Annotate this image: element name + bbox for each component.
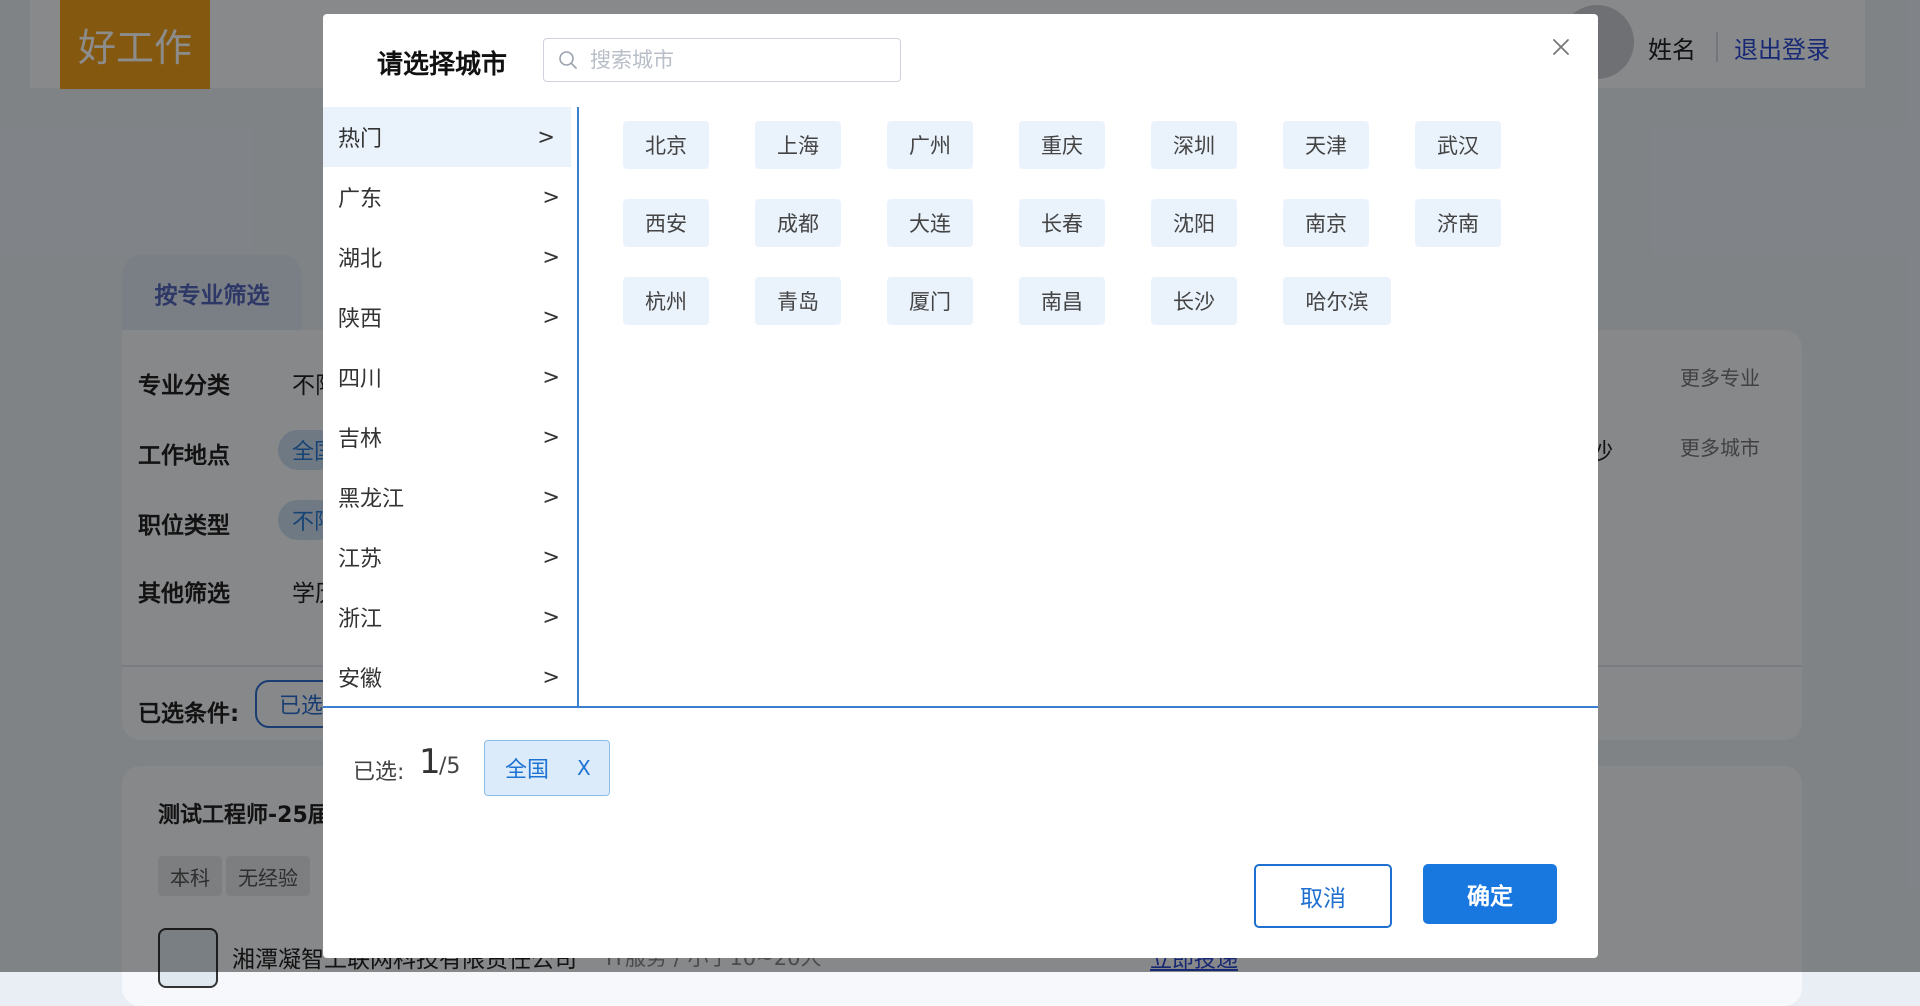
province-item-heilongjiang[interactable]: 黑龙江 >	[323, 467, 576, 527]
province-label: 广东	[338, 187, 383, 212]
province-label: 吉林	[338, 427, 383, 452]
city-option[interactable]: 上海	[755, 121, 841, 169]
province-item-anhui[interactable]: 安徽 >	[323, 647, 576, 707]
chip-remove-button[interactable]: X	[577, 756, 591, 780]
province-item-shaanxi[interactable]: 陕西 >	[323, 287, 576, 347]
province-label: 安徽	[338, 667, 383, 692]
city-option[interactable]: 南京	[1283, 199, 1369, 247]
chevron-right-icon: >	[542, 365, 560, 389]
chevron-right-icon: >	[542, 485, 560, 509]
chevron-right-icon: >	[542, 425, 560, 449]
search-icon	[558, 50, 578, 70]
city-option[interactable]: 济南	[1415, 199, 1501, 247]
city-option[interactable]: 沈阳	[1151, 199, 1237, 247]
province-label: 热门	[338, 127, 383, 152]
city-option[interactable]: 长春	[1019, 199, 1105, 247]
province-item-jiangsu[interactable]: 江苏 >	[323, 527, 576, 587]
city-option[interactable]: 青岛	[755, 277, 841, 325]
province-item-hot[interactable]: 热门 >	[323, 107, 571, 167]
chevron-right-icon: >	[542, 665, 560, 689]
province-label: 江苏	[338, 547, 383, 572]
close-button[interactable]	[1546, 32, 1576, 62]
city-option[interactable]: 哈尔滨	[1283, 277, 1391, 325]
chevron-right-icon: >	[542, 245, 560, 269]
city-option[interactable]: 北京	[623, 121, 709, 169]
province-item-hubei[interactable]: 湖北 >	[323, 227, 576, 287]
selected-count: 1	[419, 742, 441, 782]
province-item-sichuan[interactable]: 四川 >	[323, 347, 576, 407]
close-icon	[1553, 39, 1569, 55]
province-item-guangdong[interactable]: 广东 >	[323, 167, 576, 227]
city-option[interactable]: 南昌	[1019, 277, 1105, 325]
province-label: 黑龙江	[338, 487, 405, 512]
selection-divider	[323, 706, 1598, 708]
city-option[interactable]: 天津	[1283, 121, 1369, 169]
province-item-jilin[interactable]: 吉林 >	[323, 407, 576, 467]
chevron-right-icon: >	[542, 545, 560, 569]
province-label: 浙江	[338, 607, 383, 632]
city-option[interactable]: 大连	[887, 199, 973, 247]
search-input[interactable]	[588, 47, 892, 73]
city-option[interactable]: 厦门	[887, 277, 973, 325]
province-item-zhejiang[interactable]: 浙江 >	[323, 587, 576, 647]
city-option[interactable]: 长沙	[1151, 277, 1237, 325]
city-option[interactable]: 杭州	[623, 277, 709, 325]
province-label: 陕西	[338, 307, 383, 332]
selected-city-name: 全国	[505, 758, 550, 783]
city-option[interactable]: 重庆	[1019, 121, 1105, 169]
search-box[interactable]	[543, 38, 901, 82]
province-list: 热门 > 广东 > 湖北 > 陕西 > 四川 > 吉林 > 黑龙江 > 江苏 >	[323, 107, 576, 707]
chevron-right-icon: >	[542, 185, 560, 209]
chevron-right-icon: >	[542, 605, 560, 629]
city-option[interactable]: 成都	[755, 199, 841, 247]
province-label: 四川	[338, 367, 383, 392]
cancel-button[interactable]: 取消	[1254, 864, 1392, 928]
chevron-right-icon: >	[542, 305, 560, 329]
province-label: 湖北	[338, 247, 383, 272]
confirm-button[interactable]: 确定	[1423, 864, 1557, 924]
selected-label: 已选:	[353, 760, 405, 785]
selected-city-chip: 全国 X	[484, 740, 610, 796]
dialog-title: 请选择城市	[377, 50, 508, 80]
chevron-right-icon: >	[537, 125, 555, 149]
province-divider	[577, 107, 579, 707]
selected-max: /5	[439, 754, 461, 779]
city-option[interactable]: 广州	[887, 121, 973, 169]
city-option[interactable]: 武汉	[1415, 121, 1501, 169]
city-option[interactable]: 深圳	[1151, 121, 1237, 169]
city-select-dialog: 请选择城市 热门 > 广东 > 湖北 > 陕西 >	[323, 14, 1598, 958]
city-option[interactable]: 西安	[623, 199, 709, 247]
